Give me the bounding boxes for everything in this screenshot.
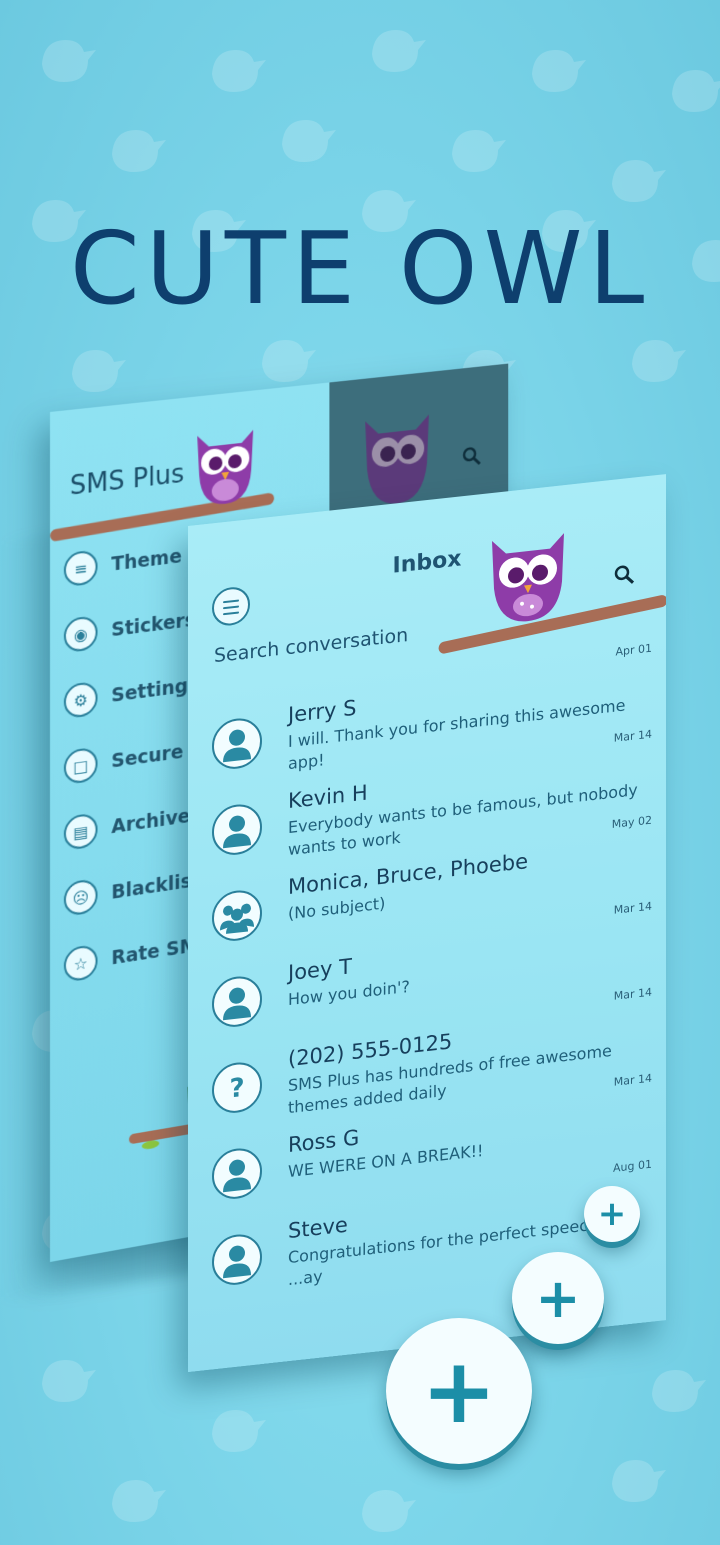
bird-silhouette-icon	[652, 1370, 706, 1412]
group-icon	[212, 887, 262, 944]
svg-text:?: ?	[229, 1073, 244, 1105]
bird-silhouette-icon	[262, 340, 316, 382]
settings-icon: ⚙	[63, 680, 98, 720]
person-icon	[212, 801, 262, 858]
drawer-item-stickers[interactable]: ◉ Stickers	[63, 598, 196, 658]
drawer-item-label: Secure	[111, 740, 184, 773]
search-icon[interactable]	[612, 561, 636, 588]
conversation-name: Joey T	[288, 954, 352, 986]
bird-silhouette-icon	[112, 1480, 166, 1522]
bird-silhouette-icon	[612, 160, 666, 202]
conversation-date: Apr 01	[615, 641, 652, 659]
person-icon	[212, 1231, 262, 1288]
person-icon	[212, 715, 262, 772]
compose-button[interactable]: +	[386, 1318, 532, 1464]
drawer-item-settings[interactable]: ⚙ Settings	[63, 663, 199, 724]
page-title: CUTE OWL	[69, 210, 651, 327]
hamburger-icon	[223, 599, 239, 604]
unknown-icon: ?	[212, 1059, 262, 1116]
person-icon	[212, 973, 262, 1030]
bird-silhouette-icon	[212, 1410, 266, 1452]
bird-silhouette-icon	[372, 30, 426, 72]
conversation-name: Steve	[288, 1212, 348, 1244]
bird-silhouette-icon	[282, 120, 336, 162]
drawer-item-archive[interactable]: ▤ Archive	[63, 794, 191, 856]
bird-silhouette-icon	[42, 40, 96, 82]
lock-icon: □	[63, 746, 98, 786]
bird-silhouette-icon	[362, 1490, 416, 1532]
owl-sticker-icon: ◉	[63, 615, 98, 654]
bird-silhouette-icon	[672, 70, 720, 112]
compose-button[interactable]: +	[512, 1252, 604, 1344]
owl-mascot-icon	[197, 429, 254, 507]
drawer-item-blacklis[interactable]: ☹ Blacklis	[63, 859, 192, 922]
drawer-app-name: SMS Plus	[69, 459, 185, 502]
owl-overlay-icon	[365, 414, 429, 508]
bird-silhouette-icon	[532, 50, 586, 92]
conversation-name: Ross G	[288, 1125, 360, 1158]
drawer-item-label: Stickers	[111, 608, 196, 642]
drawer-item-label: Settings	[111, 673, 199, 707]
drawer-item-label: Archive	[111, 805, 191, 839]
search-icon[interactable]	[460, 443, 482, 469]
owl-mascot-icon	[492, 533, 564, 622]
person-icon	[212, 1145, 262, 1202]
archive-icon: ▤	[63, 812, 98, 851]
bird-silhouette-icon	[112, 130, 166, 172]
star-icon: ☆	[63, 943, 98, 983]
hamburger-line	[223, 605, 239, 610]
hamburger-line	[223, 611, 239, 616]
conversation-name: Jerry S	[288, 695, 357, 728]
inbox-screen: Inbox Search conversation Jerry SI will.…	[188, 474, 666, 1372]
drawer-item-rate-sm[interactable]: ☆ Rate SM	[63, 923, 198, 987]
drawer-item-label: Blacklis	[111, 870, 192, 904]
bird-silhouette-icon	[632, 340, 686, 382]
search-input[interactable]: Search conversation	[214, 624, 408, 667]
drawer-item-secure[interactable]: □ Secure	[63, 730, 184, 790]
bird-silhouette-icon	[212, 50, 266, 92]
shirt-icon: ≡	[63, 549, 98, 588]
blacklist-icon: ☹	[63, 878, 98, 917]
bird-silhouette-icon	[612, 1460, 666, 1502]
inbox-title: Inbox	[392, 546, 462, 579]
bird-silhouette-icon	[72, 350, 126, 392]
drawer-item-label: Rate SM	[111, 934, 198, 970]
compose-button[interactable]: +	[584, 1186, 640, 1242]
conversation-name: Kevin H	[288, 780, 368, 814]
bird-silhouette-icon	[42, 1360, 96, 1402]
bird-silhouette-icon	[452, 130, 506, 172]
